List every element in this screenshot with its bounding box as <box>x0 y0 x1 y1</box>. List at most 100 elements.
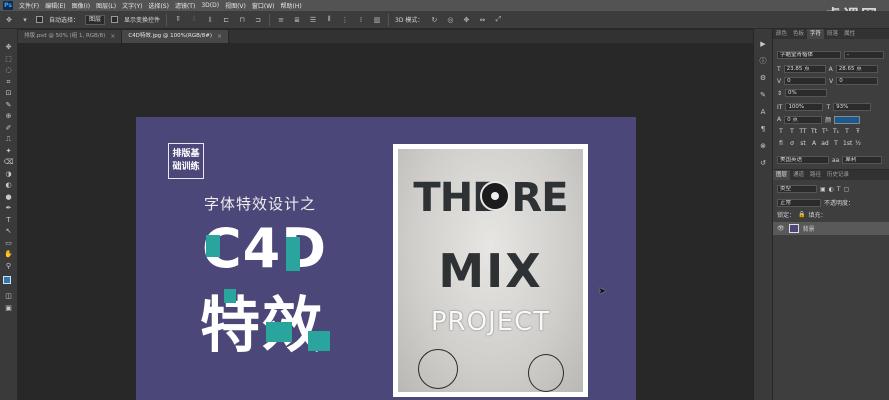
move-tool-icon[interactable]: ✥ <box>3 43 15 52</box>
tracking-field[interactable]: 0 <box>836 77 879 85</box>
ligature-button[interactable]: fi <box>777 140 785 147</box>
hand-tool-icon[interactable]: ✋ <box>3 250 15 259</box>
lock-icon[interactable]: 🔒 <box>798 211 805 218</box>
kerning-field[interactable]: 0 <box>784 77 827 85</box>
stamp-tool-icon[interactable]: ⎍ <box>3 135 15 144</box>
tab-character[interactable]: 字符 <box>807 29 825 39</box>
font-style-select[interactable]: - <box>844 51 884 59</box>
superscript-button[interactable]: T¹ <box>821 128 829 135</box>
eye-visibility-icon[interactable]: 👁 <box>777 225 785 232</box>
tab-color[interactable]: 颜色 <box>773 29 790 39</box>
filter-type-icon[interactable]: T <box>837 186 841 193</box>
screen-mode-icon[interactable]: ▣ <box>3 304 15 313</box>
font-family-select[interactable]: 字酷堂青楷体 <box>777 51 841 59</box>
type-tool-icon[interactable]: T <box>3 216 15 225</box>
small-caps-button[interactable]: Tt <box>810 128 818 135</box>
filter-shape-icon[interactable]: ▢ <box>844 186 850 193</box>
swash-button[interactable]: st <box>799 140 807 147</box>
language-select[interactable]: 美国英语 <box>777 156 829 164</box>
show-transform-checkbox[interactable] <box>111 16 119 23</box>
menu-view[interactable]: 视图(V) <box>225 1 246 10</box>
baseline-shift-field[interactable]: 0 点 <box>784 115 823 124</box>
foreground-color-swatch[interactable] <box>2 276 11 284</box>
tab-paragraph[interactable]: 段落 <box>824 29 841 39</box>
tab-swatches[interactable]: 色板 <box>790 29 807 39</box>
lasso-tool-icon[interactable]: ◌ <box>3 66 15 75</box>
tab-c4d-jpg[interactable]: C4D特效.jpg @ 100%(RGB/8#) × <box>122 30 230 43</box>
3d-rotate-icon[interactable]: ↻ <box>429 16 439 24</box>
align-left-icon[interactable]: ⊏ <box>221 16 231 24</box>
color-swatches[interactable] <box>2 275 16 289</box>
faux-bold-button[interactable]: T <box>777 128 785 135</box>
distribute-center-icon[interactable]: ⋮ <box>340 16 350 24</box>
menu-window[interactable]: 窗口(W) <box>252 1 275 10</box>
3d-slide-icon[interactable]: ⇔ <box>477 16 487 24</box>
healing-tool-icon[interactable]: ⊕ <box>3 112 15 121</box>
menu-filter[interactable]: 滤镜(T) <box>175 1 195 10</box>
tab-paiban-psd[interactable]: 排版.psd @ 50% (组 1, RGB/8) × <box>18 30 123 43</box>
align-top-icon[interactable]: ⫪ <box>173 15 183 24</box>
layer-kind-filter[interactable]: 类型 <box>777 185 817 193</box>
antialias-select[interactable]: 犀利 <box>842 156 883 164</box>
3d-roll-icon[interactable]: ◎ <box>445 16 455 24</box>
history-brush-tool-icon[interactable]: ✦ <box>3 147 15 156</box>
close-icon[interactable]: × <box>217 30 222 43</box>
auto-select-dropdown[interactable]: 图层 <box>85 14 106 25</box>
blend-mode-select[interactable]: 正常 <box>777 198 821 207</box>
menu-edit[interactable]: 编辑(E) <box>45 1 65 10</box>
distribute-left-icon[interactable]: ⦀ <box>324 15 334 24</box>
close-icon[interactable]: × <box>110 30 115 43</box>
brush-tool-icon[interactable]: ✐ <box>3 124 15 133</box>
faux-italic-button[interactable]: T <box>788 128 796 135</box>
menu-3d[interactable]: 3D(D) <box>201 2 219 9</box>
align-right-icon[interactable]: ⊐ <box>253 16 263 24</box>
ordinals-button[interactable]: T <box>832 140 840 147</box>
rectangle-tool-icon[interactable]: ▭ <box>3 239 15 248</box>
paragraph-icon[interactable]: ¶ <box>757 124 769 134</box>
layer-row-background[interactable]: 👁 背景 <box>773 222 889 235</box>
character-icon[interactable]: A <box>757 107 769 117</box>
distribute-top-icon[interactable]: ≡ <box>276 16 286 24</box>
auto-select-checkbox[interactable] <box>36 16 43 23</box>
move-tool-icon[interactable]: ✥ <box>4 16 14 24</box>
eyedropper-tool-icon[interactable]: ✎ <box>3 101 15 110</box>
distribute-middle-icon[interactable]: ≣ <box>292 16 302 24</box>
filter-adjust-icon[interactable]: ◐ <box>829 186 834 193</box>
vertical-scale-field[interactable]: 100% <box>785 103 824 111</box>
font-size-field[interactable]: 23.85 点 <box>783 65 826 73</box>
menu-select[interactable]: 选择(S) <box>148 1 169 10</box>
menu-type[interactable]: 文字(Y) <box>122 1 142 10</box>
document-canvas[interactable]: 排版基 础训练 字体特效设计之 C4D 特效 THE RE MIX PROJEC… <box>136 117 636 400</box>
leading-field[interactable]: 28.65 点 <box>835 65 878 73</box>
align-center-icon[interactable]: ⊓ <box>237 16 247 24</box>
quick-select-tool-icon[interactable]: ⌗ <box>3 78 15 87</box>
discretionary-button[interactable]: ơ <box>788 140 796 147</box>
tab-properties[interactable]: 属性 <box>841 29 858 39</box>
tab-paths[interactable]: 路径 <box>807 170 824 180</box>
fractions-button[interactable]: 1st <box>843 140 852 147</box>
horizontal-scale-field[interactable]: 93% <box>833 103 872 111</box>
strikethrough-button[interactable]: Ŧ <box>854 128 862 135</box>
history-icon[interactable]: ↺ <box>757 158 769 168</box>
menu-image[interactable]: 图像(I) <box>72 1 90 10</box>
marquee-tool-icon[interactable]: ⬚ <box>3 55 15 64</box>
blur-tool-icon[interactable]: ◐ <box>3 181 15 190</box>
menu-help[interactable]: 帮助(H) <box>281 1 302 10</box>
menu-layer[interactable]: 图层(L) <box>96 1 116 10</box>
clone-source-icon[interactable]: ⊗ <box>757 141 769 151</box>
crop-tool-icon[interactable]: ⊡ <box>3 89 15 98</box>
auto-align-icon[interactable]: ▥ <box>372 16 382 24</box>
align-middle-icon[interactable]: ⫶ <box>189 15 199 24</box>
stylistic-button[interactable]: A <box>810 140 818 147</box>
3d-scale-icon[interactable]: ⤢ <box>493 15 503 24</box>
photoshop-logo-icon[interactable]: Ps <box>3 1 13 10</box>
menu-file[interactable]: 文件(F) <box>19 1 39 10</box>
eraser-tool-icon[interactable]: ⌫ <box>3 158 15 167</box>
all-caps-button[interactable]: TT <box>799 128 807 135</box>
distribute-right-icon[interactable]: ⁞ <box>356 16 366 24</box>
info-icon[interactable]: ⓘ <box>757 56 769 66</box>
align-bottom-icon[interactable]: ⫫ <box>205 15 215 24</box>
chevron-down-icon[interactable]: ▾ <box>20 16 30 24</box>
tab-layers[interactable]: 图层 <box>773 170 791 180</box>
path-select-tool-icon[interactable]: ↖ <box>3 227 15 236</box>
